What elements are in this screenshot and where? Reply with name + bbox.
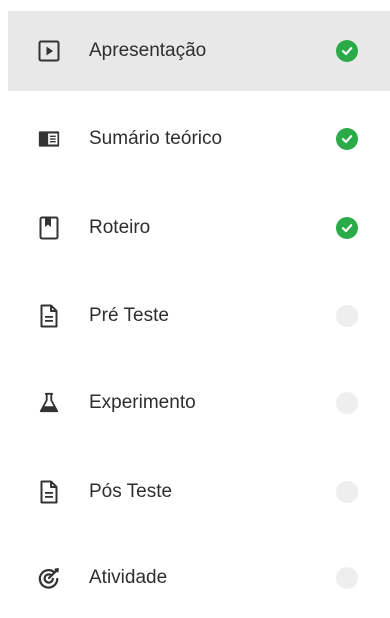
menu-item-label: Roteiro (89, 217, 151, 238)
document-icon (38, 480, 60, 504)
status-indicator (336, 305, 358, 327)
menu-item-label: Atividade (89, 567, 168, 588)
book-summary-icon (38, 128, 60, 150)
menu-item-roteiro[interactable]: Roteiro (8, 188, 390, 268)
menu-item-label: Apresentação (89, 40, 207, 61)
play-square-icon (38, 40, 60, 62)
menu-item-experimento[interactable]: Experimento (8, 363, 390, 443)
document-icon (38, 304, 60, 328)
flask-icon (38, 392, 60, 414)
check-icon (336, 40, 358, 62)
menu-item-label: Sumário teórico (89, 128, 223, 149)
check-icon (336, 128, 358, 150)
menu-item-label: Pré Teste (89, 305, 169, 326)
status-indicator (336, 567, 358, 589)
status-indicator (336, 481, 358, 503)
menu-item-sumario-teorico[interactable]: Sumário teórico (8, 99, 390, 179)
target-icon (38, 567, 60, 589)
menu-item-atividade[interactable]: Atividade (8, 538, 390, 618)
menu-item-label: Pós Teste (89, 481, 173, 502)
bookmark-page-icon (38, 216, 60, 240)
menu-item-label: Experimento (89, 392, 196, 413)
menu-item-apresentacao[interactable]: Apresentação (8, 11, 390, 91)
menu-item-pre-teste[interactable]: Pré Teste (8, 276, 390, 356)
activity-menu: Apresentação Sumário teórico Roteiro Pré… (0, 0, 390, 597)
check-icon (336, 217, 358, 239)
menu-item-pos-teste[interactable]: Pós Teste (8, 452, 390, 532)
status-indicator (336, 392, 358, 414)
